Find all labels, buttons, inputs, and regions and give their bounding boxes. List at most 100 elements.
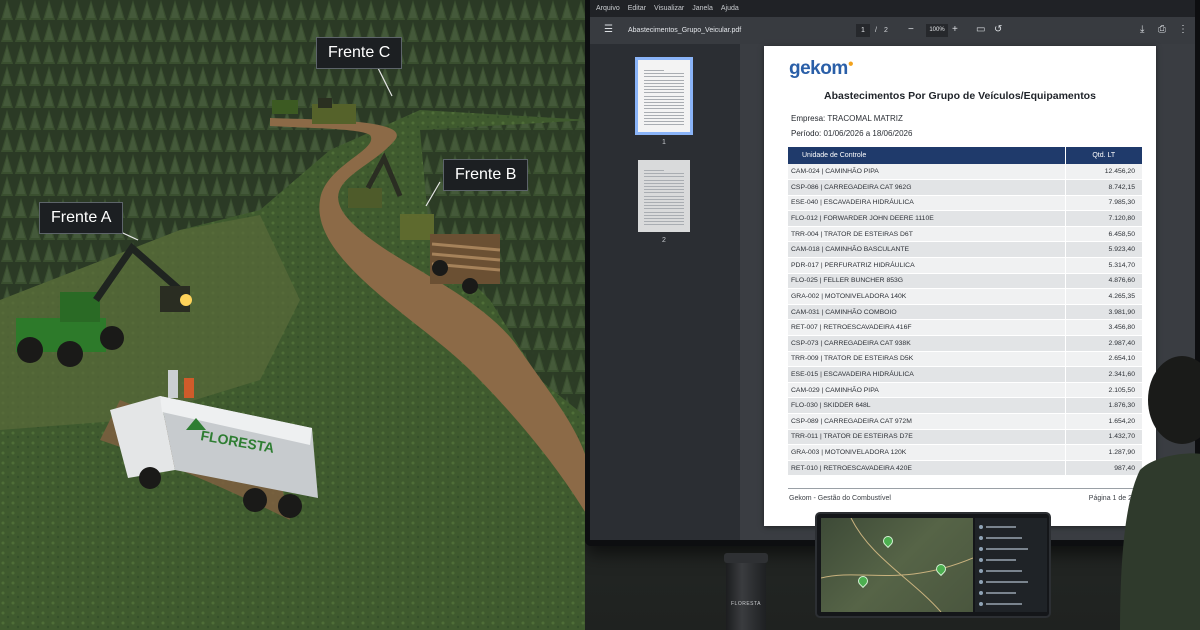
thumbnail-line (644, 121, 684, 123)
table-row: CSP-089 | CARREGADEIRA CAT 972M 1.654,20 (788, 413, 1142, 430)
table-row: CAM-031 | CAMINHÃO COMBOIO 3.981,90 (788, 304, 1142, 321)
thumbnail-line (644, 189, 684, 191)
pdf-toolbar: ☰ Abastecimentos_Grupo_Veicular.pdf 1 / … (590, 17, 1195, 44)
row-unit: TRR-009 | TRATOR DE ESTEIRAS D5K (788, 351, 1065, 368)
thumbnail-line (644, 70, 664, 71)
periodo-label: Período: (791, 129, 822, 138)
menu-janela[interactable]: Janela (692, 5, 713, 12)
table-row: CAM-024 | CAMINHÃO PIPA 12.456,20 (788, 164, 1142, 181)
table-row: CSP-073 | CARREGADEIRA CAT 938K 2.987,40 (788, 335, 1142, 352)
row-qty: 5.923,40 (1064, 241, 1142, 259)
table-row: FLO-012 | FORWARDER JOHN DEERE 1110E 7.12… (788, 210, 1142, 227)
cup-lid (724, 553, 768, 563)
row-unit: TRR-011 | TRATOR DE ESTEIRAS D7E (788, 429, 1065, 446)
tablet-list-item[interactable] (979, 535, 1022, 541)
row-unit: GRA-002 | MOTONIVELADORA 140K (788, 288, 1065, 305)
thumbnail-line (644, 124, 684, 126)
rotate-icon[interactable]: ↺ (994, 24, 1002, 35)
menu-visualizar[interactable]: Visualizar (654, 5, 684, 12)
thumbnail-line (644, 89, 684, 91)
row-qty: 7.120,80 (1064, 210, 1142, 227)
thumbnail-line (644, 176, 684, 178)
callout-frente-a: Frente A (39, 202, 124, 234)
table-header-row: Unidade de Controle Qtd. LT (788, 147, 1142, 164)
table-row: TRR-009 | TRATOR DE ESTEIRAS D5K 2.654,10 (788, 351, 1142, 368)
print-icon[interactable]: ⎙ (1158, 24, 1166, 35)
table-row: CAM-018 | CAMINHÃO BASCULANTE 5.923,40 (788, 241, 1142, 259)
row-unit: ESE-015 | ESCAVADEIRA HIDRÁULICA (788, 366, 1065, 383)
row-qty: 5.314,70 (1064, 257, 1142, 274)
thumbnail-page-2[interactable] (638, 160, 690, 232)
row-unit: FLO-025 | FELLER BUNCHER 853G (788, 273, 1065, 290)
tablet-map (820, 517, 974, 613)
thumbnail-line (644, 114, 684, 116)
zoom-level[interactable]: 100% (926, 24, 948, 37)
tablet-list-item[interactable] (979, 546, 1028, 552)
row-qty: 8.742,15 (1064, 179, 1142, 196)
tablet-list (975, 518, 1047, 612)
row-qty: 4.876,60 (1064, 273, 1142, 290)
table-row: ESE-015 | ESCAVADEIRA HIDRÁULICA 2.341,60 (788, 366, 1142, 383)
periodo-line: Período: 01/06/2026 a 18/06/2026 (791, 129, 912, 138)
map-roads (820, 517, 974, 613)
tablet-list-text (986, 526, 1016, 528)
thermal-cup: FLORESTA (724, 553, 768, 630)
thumbnail-line (644, 82, 684, 84)
thumbnail-line (644, 73, 684, 75)
thumbnail-line (644, 221, 684, 223)
tablet-list-item[interactable] (979, 524, 1016, 530)
thumbnail-line (644, 102, 684, 103)
hamburger-icon[interactable]: ☰ (604, 24, 613, 35)
row-qty: 4.265,35 (1064, 288, 1142, 305)
tablet-list-text (986, 559, 1016, 561)
fit-page-icon[interactable]: ▭ (976, 24, 985, 35)
tablet-list-item[interactable] (979, 601, 1022, 607)
status-dot-icon (979, 558, 983, 562)
pdf-viewer-window: Arquivo Editar Visualizar Janela Ajuda ☰… (590, 0, 1195, 540)
tablet-list-item[interactable] (979, 568, 1022, 574)
status-dot-icon (979, 547, 983, 551)
table-row: ESE-040 | ESCAVADEIRA HIDRÁULICA 7.985,30 (788, 195, 1142, 212)
thumbnail-page-1[interactable] (635, 57, 693, 135)
empresa-value: TRACOMAL MATRIZ (827, 114, 903, 123)
empresa-line: Empresa: TRACOMAL MATRIZ (791, 114, 903, 123)
download-icon[interactable]: ⤓ (1140, 24, 1144, 35)
tablet-list-item[interactable] (979, 590, 1016, 596)
table-row: CSP-086 | CARREGADEIRA CAT 962G 8.742,15 (788, 179, 1142, 196)
status-dot-icon (979, 569, 983, 573)
menu-ajuda[interactable]: Ajuda (721, 5, 739, 12)
gekom-logo: gekom● (789, 58, 854, 79)
tablet-list-item[interactable] (979, 557, 1016, 563)
empresa-label: Empresa: (791, 114, 826, 123)
minus-icon[interactable]: − (908, 24, 914, 35)
thumbnail-sidebar: 1 2 (590, 44, 740, 540)
footer-left: Gekom - Gestão do Combustível (789, 495, 891, 502)
row-unit: CAM-018 | CAMINHÃO BASCULANTE (788, 241, 1065, 259)
page-total: 2 (884, 27, 888, 34)
row-unit: CAM-031 | CAMINHÃO COMBOIO (788, 304, 1065, 321)
report-table: Unidade de Controle Qtd. LT CAM-024 | CA… (788, 147, 1142, 477)
menu-arquivo[interactable]: Arquivo (596, 5, 620, 12)
menu-editar[interactable]: Editar (628, 5, 646, 12)
status-dot-icon (979, 591, 983, 595)
cup-brand: FLORESTA (730, 601, 762, 607)
thumbnail-line (644, 179, 684, 181)
thumbnail-page-1-number: 1 (662, 139, 666, 146)
thumbnail-line (644, 95, 684, 97)
file-name: Abastecimentos_Grupo_Veicular.pdf (628, 27, 742, 34)
more-vertical-icon[interactable]: ⋮ (1178, 24, 1188, 35)
status-dot-icon (979, 525, 983, 529)
page-separator: / (875, 27, 877, 34)
row-unit: CAM-029 | CAMINHÃO PIPA (788, 382, 1065, 399)
thumbnail-page-2-number: 2 (662, 237, 666, 244)
tablet-list-text (986, 548, 1028, 550)
thumbnail-line (644, 98, 684, 100)
plus-icon[interactable]: + (952, 24, 958, 35)
tablet-list-item[interactable] (979, 579, 1028, 585)
row-unit: FLO-012 | FORWARDER JOHN DEERE 1110E (788, 210, 1065, 227)
thumbnail-line (644, 208, 684, 210)
page-number-input[interactable]: 1 (856, 24, 870, 37)
thumbnail-line (644, 186, 684, 187)
status-dot-icon (979, 602, 983, 606)
row-unit: ESE-040 | ESCAVADEIRA HIDRÁULICA (788, 195, 1065, 212)
